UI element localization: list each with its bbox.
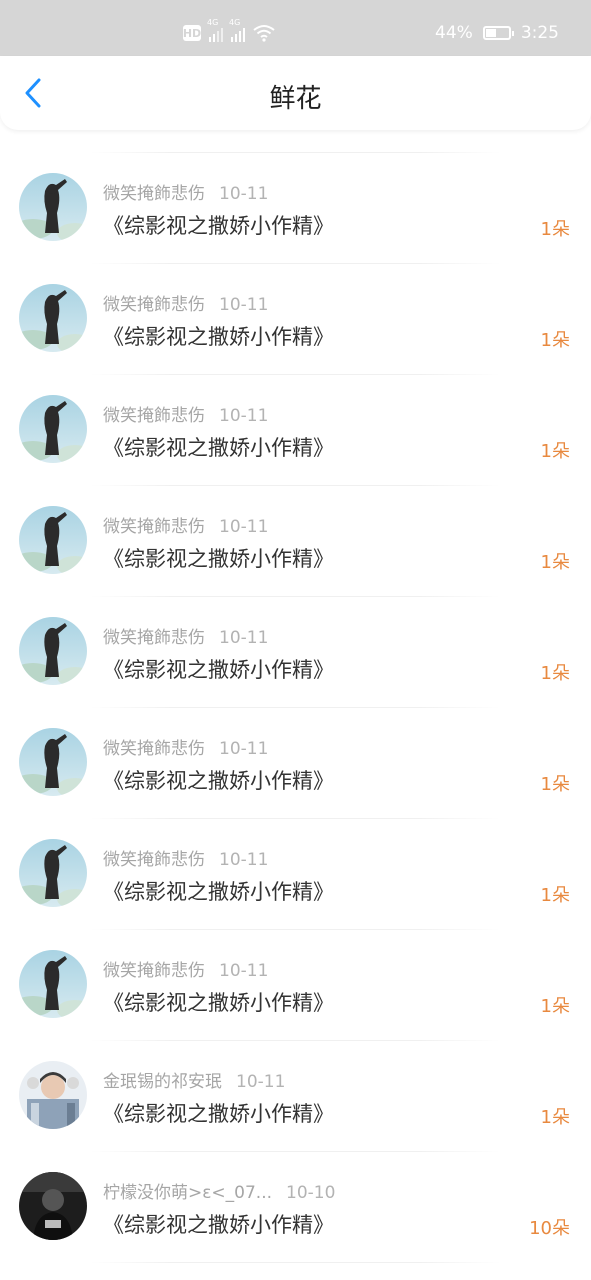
avatar[interactable] xyxy=(19,173,87,241)
username: 柠檬没你萌>ε<_07... xyxy=(103,1183,273,1203)
divider xyxy=(90,1262,501,1263)
date: 10-11 xyxy=(219,295,269,315)
flower-list: 微笑掩飾悲伤 10-11 《综影视之撒娇小作精》 1朵 微笑掩飾悲伤 10-11 《综影视之… xyxy=(0,152,591,1263)
flower-list-item[interactable]: 微笑掩飾悲伤 10-11 《综影视之撒娇小作精》 1朵 xyxy=(0,708,591,818)
flower-count: 1朵 xyxy=(540,885,570,906)
flower-list-item[interactable]: 金珉锡的祁安珉 10-11 《综影视之撒娇小作精》 1朵 xyxy=(0,1041,591,1151)
user-line: 微笑掩飾悲伤 10-11 xyxy=(103,512,268,537)
date: 10-11 xyxy=(219,517,269,537)
network-type-label: 4G xyxy=(207,18,219,27)
status-right: 44% 3:25 xyxy=(435,20,559,46)
date: 10-10 xyxy=(286,1183,336,1203)
avatar[interactable] xyxy=(19,284,87,352)
flower-list-item[interactable]: 微笑掩飾悲伤 10-11 《综影视之撒娇小作精》 1朵 xyxy=(0,153,591,263)
user-line: 微笑掩飾悲伤 10-11 xyxy=(103,179,268,204)
signal-icon: 4G xyxy=(207,18,223,42)
username: 微笑掩飾悲伤 xyxy=(103,739,205,759)
username: 金珉锡的祁安珉 xyxy=(103,1072,222,1092)
flower-count: 1朵 xyxy=(540,663,570,684)
hd-badge: HD xyxy=(182,25,202,41)
page-title: 鲜花 xyxy=(269,84,322,114)
top-bar: 鲜花 xyxy=(0,56,591,130)
book-title: 《综影视之撒娇小作精》 xyxy=(103,1213,334,1237)
user-line: 微笑掩飾悲伤 10-11 xyxy=(103,401,268,426)
date: 10-11 xyxy=(236,1072,286,1092)
book-title: 《综影视之撒娇小作精》 xyxy=(103,325,334,349)
flower-list-item[interactable]: 柠檬没你萌>ε<_07... 10-10 《综影视之撒娇小作精》 10朵 xyxy=(0,1152,591,1262)
book-title: 《综影视之撒娇小作精》 xyxy=(103,214,334,238)
wifi-icon xyxy=(253,25,275,42)
flower-list-item[interactable]: 微笑掩飾悲伤 10-11 《综影视之撒娇小作精》 1朵 xyxy=(0,597,591,707)
battery-percent: 44% xyxy=(435,23,473,43)
flower-count: 1朵 xyxy=(540,219,570,240)
username: 微笑掩飾悲伤 xyxy=(103,406,205,426)
flower-count: 1朵 xyxy=(540,774,570,795)
avatar[interactable] xyxy=(19,950,87,1018)
book-title: 《综影视之撒娇小作精》 xyxy=(103,547,334,571)
username: 微笑掩飾悲伤 xyxy=(103,184,205,204)
flower-list-item[interactable]: 微笑掩飾悲伤 10-11 《综影视之撒娇小作精》 1朵 xyxy=(0,819,591,929)
flower-count: 1朵 xyxy=(540,441,570,462)
date: 10-11 xyxy=(219,628,269,648)
flower-list-item[interactable]: 微笑掩飾悲伤 10-11 《综影视之撒娇小作精》 1朵 xyxy=(0,486,591,596)
username: 微笑掩飾悲伤 xyxy=(103,517,205,537)
user-line: 柠檬没你萌>ε<_07... 10-10 xyxy=(103,1178,335,1203)
user-line: 微笑掩飾悲伤 10-11 xyxy=(103,956,268,981)
username: 微笑掩飾悲伤 xyxy=(103,295,205,315)
date: 10-11 xyxy=(219,961,269,981)
username: 微笑掩飾悲伤 xyxy=(103,850,205,870)
flower-count: 1朵 xyxy=(540,552,570,573)
date: 10-11 xyxy=(219,850,269,870)
battery-icon xyxy=(482,26,514,40)
user-line: 微笑掩飾悲伤 10-11 xyxy=(103,290,268,315)
avatar[interactable] xyxy=(19,506,87,574)
clock: 3:25 xyxy=(520,23,559,43)
flower-count: 10朵 xyxy=(529,1218,570,1239)
signal-icon: 4G xyxy=(229,18,245,42)
user-line: 金珉锡的祁安珉 10-11 xyxy=(103,1067,285,1092)
username: 微笑掩飾悲伤 xyxy=(103,628,205,648)
book-title: 《综影视之撒娇小作精》 xyxy=(103,880,334,904)
flower-list-item[interactable]: 微笑掩飾悲伤 10-11 《综影视之撒娇小作精》 1朵 xyxy=(0,375,591,485)
user-line: 微笑掩飾悲伤 10-11 xyxy=(103,845,268,870)
date: 10-11 xyxy=(219,406,269,426)
status-bar: HD 4G 4G 44% 3:25 xyxy=(0,0,591,56)
book-title: 《综影视之撒娇小作精》 xyxy=(103,658,334,682)
avatar[interactable] xyxy=(19,1061,87,1129)
user-line: 微笑掩飾悲伤 10-11 xyxy=(103,623,268,648)
flower-count: 1朵 xyxy=(540,996,570,1017)
date: 10-11 xyxy=(219,739,269,759)
avatar[interactable] xyxy=(19,728,87,796)
book-title: 《综影视之撒娇小作精》 xyxy=(103,769,334,793)
avatar[interactable] xyxy=(19,617,87,685)
book-title: 《综影视之撒娇小作精》 xyxy=(103,436,334,460)
avatar[interactable] xyxy=(19,395,87,463)
avatar[interactable] xyxy=(19,1172,87,1240)
avatar[interactable] xyxy=(19,839,87,907)
book-title: 《综影视之撒娇小作精》 xyxy=(103,1102,334,1126)
network-type-label: 4G xyxy=(229,18,241,27)
username: 微笑掩飾悲伤 xyxy=(103,961,205,981)
flower-count: 1朵 xyxy=(540,1107,570,1128)
flower-list-item[interactable]: 微笑掩飾悲伤 10-11 《综影视之撒娇小作精》 1朵 xyxy=(0,264,591,374)
network-indicators: HD 4G 4G xyxy=(182,18,275,46)
book-title: 《综影视之撒娇小作精》 xyxy=(103,991,334,1015)
flower-count: 1朵 xyxy=(540,330,570,351)
date: 10-11 xyxy=(219,184,269,204)
user-line: 微笑掩飾悲伤 10-11 xyxy=(103,734,268,759)
flower-list-item[interactable]: 微笑掩飾悲伤 10-11 《综影视之撒娇小作精》 1朵 xyxy=(0,930,591,1040)
